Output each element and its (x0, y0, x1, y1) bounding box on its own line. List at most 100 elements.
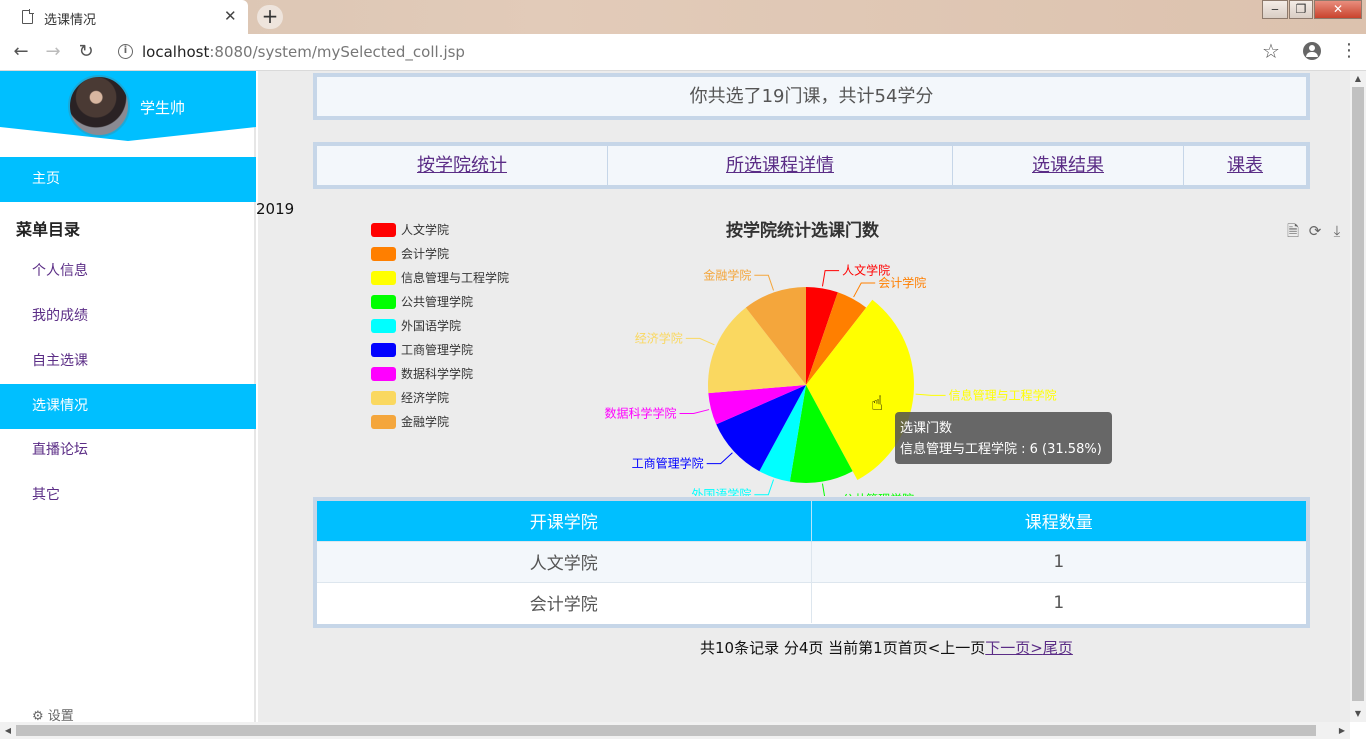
menu-heading: 菜单目录 (16, 220, 81, 239)
link-timetable[interactable]: 课表 (1184, 146, 1306, 185)
legend-label: 经济学院 (401, 391, 450, 405)
label-leader-line (915, 393, 946, 396)
legend-swatch (371, 295, 396, 309)
cell-college: 会计学院 (317, 581, 812, 623)
label-leader-line (754, 274, 775, 291)
bookmark-star-icon[interactable]: ☆ (1262, 39, 1280, 63)
hand-cursor-icon: ☝ (871, 391, 884, 415)
account-icon[interactable] (1303, 42, 1321, 60)
slice-label: 金融学院 (703, 267, 751, 282)
download-icon[interactable]: ⤓ (1328, 222, 1346, 240)
college-table: 开课学院 课程数量 人文学院 1 会计学院 1 (313, 497, 1310, 628)
sidebar-item-home[interactable]: 主页 (0, 157, 256, 202)
slice-label: 数据科学学院 (605, 405, 677, 420)
browser-menu-icon[interactable]: ⋮ (1340, 41, 1358, 61)
address-bar[interactable]: localhost:8080/system/mySelected_coll.js… (142, 43, 465, 61)
horizontal-scrollbar[interactable]: ◀ ▶ (0, 722, 1350, 739)
restore-icon[interactable]: ⟳ (1306, 222, 1324, 240)
label-leader-line (679, 409, 710, 414)
chart-title: 按学院统计选课门数 (726, 221, 879, 241)
sidebar-item-other[interactable]: 其它 (0, 473, 256, 518)
legend-swatch (371, 223, 396, 237)
table-row: 会计学院 1 (317, 581, 1306, 623)
label-leader-line (853, 282, 876, 298)
scroll-left-icon[interactable]: ◀ (0, 722, 16, 739)
label-leader-line (821, 483, 826, 496)
cell-college: 人文学院 (317, 540, 812, 582)
link-selection-result[interactable]: 选课结果 (953, 146, 1184, 185)
tab-close-icon[interactable]: ✕ (224, 7, 237, 25)
new-tab-button[interactable]: + (257, 5, 283, 29)
legend-label: 公共管理学院 (401, 295, 474, 309)
avatar (68, 75, 130, 137)
legend-label: 信息管理与工程学院 (401, 271, 510, 285)
user-name: 学生帅 (140, 99, 186, 117)
sidebar-item-selection-status[interactable]: 选课情况 (0, 384, 256, 429)
forward-arrow-icon[interactable]: → (42, 41, 64, 63)
vertical-scroll-thumb[interactable] (1352, 87, 1364, 701)
pagination: 共10条记录 分4页 当前第1页首页<上一页下一页>尾页 (700, 637, 1073, 658)
link-course-details[interactable]: 所选课程详情 (608, 146, 953, 185)
reload-icon[interactable]: ↻ (75, 41, 97, 63)
label-leader-line (685, 337, 715, 346)
window-close-button[interactable]: ✕ (1314, 0, 1362, 19)
legend-swatch (371, 415, 396, 429)
link-stats-by-college[interactable]: 按学院统计 (317, 146, 608, 185)
chart-toolbox: 🗎 ⟳ ⤓ (1284, 221, 1350, 240)
browser-toolbar: ← → ↻ i localhost:8080/system/mySelected… (0, 34, 1366, 71)
tab-title: 选课情况 (44, 13, 97, 28)
label-leader-line (754, 479, 775, 496)
scroll-right-icon[interactable]: ▶ (1334, 722, 1350, 739)
url-host: localhost (142, 43, 210, 61)
chart-tooltip: 选课门数 信息管理与工程学院 : 6 (31.58%) (895, 412, 1112, 464)
last-page-link[interactable]: 尾页 (1043, 639, 1073, 657)
sidebar-item-course-selection[interactable]: 自主选课 (0, 339, 256, 384)
table-row: 人文学院 1 (317, 540, 1306, 582)
next-page-link[interactable]: 下一页> (985, 639, 1043, 657)
sidebar-item-personal-info[interactable]: 个人信息 (0, 249, 256, 294)
scroll-up-icon[interactable]: ▲ (1350, 71, 1366, 87)
browser-tab-strip: 选课情况 ✕ + ‒ ❐ ✕ (0, 0, 1366, 34)
pie-chart: 人文学院会计学院信息管理与工程学院公共管理学院外国语学院工商管理学院数据科学学院… (258, 206, 1350, 496)
legend-swatch (371, 367, 396, 381)
vertical-scrollbar[interactable]: ▲ ▼ (1350, 71, 1366, 722)
url-path: :8080/system/mySelected_coll.jsp (209, 43, 465, 61)
sidebar-item-live-forum[interactable]: 直播论坛 (0, 428, 256, 473)
view-links: 按学院统计 所选课程详情 选课结果 课表 (313, 142, 1310, 189)
legend-label: 金融学院 (401, 415, 450, 429)
restore-button[interactable]: ❐ (1289, 0, 1313, 19)
document-icon (22, 9, 34, 24)
sidebar-item-my-grades[interactable]: 我的成绩 (0, 294, 256, 339)
data-view-icon[interactable]: 🗎 (1284, 222, 1302, 240)
slice-label: 经济学院 (635, 330, 683, 345)
legend-swatch (371, 391, 396, 405)
sidebar: 学生帅 主页 菜单目录 个人信息 我的成绩 自主选课 选课情况 直播论坛 其它 … (0, 71, 256, 724)
cell-count: 1 (811, 540, 1306, 582)
horizontal-scroll-thumb[interactable] (16, 725, 1316, 736)
slice-label: 公共管理学院 (842, 491, 914, 496)
table-header-row: 开课学院 课程数量 (317, 501, 1306, 541)
legend-swatch (371, 319, 396, 333)
legend-label: 人文学院 (401, 223, 450, 237)
slice-label: 信息管理与工程学院 (949, 387, 1057, 402)
site-info-icon[interactable]: i (118, 44, 133, 59)
legend-swatch (371, 343, 396, 357)
pager-info: 共10条记录 分4页 当前第1页首页<上一页 (700, 639, 986, 657)
legend-label: 外国语学院 (401, 319, 462, 333)
slice-label: 会计学院 (878, 275, 926, 290)
legend-label: 数据科学学院 (401, 367, 474, 381)
legend-label: 工商管理学院 (401, 343, 474, 357)
label-leader-line (821, 270, 840, 287)
scroll-down-icon[interactable]: ▼ (1350, 706, 1366, 722)
slice-label: 外国语学院 (691, 487, 751, 496)
tooltip-title: 选课门数 (900, 421, 953, 436)
cell-count: 1 (811, 581, 1306, 623)
back-arrow-icon[interactable]: ← (10, 41, 32, 63)
slice-label: 工商管理学院 (632, 456, 704, 471)
column-header-count: 课程数量 (811, 501, 1306, 541)
label-leader-line (706, 452, 733, 465)
browser-tab[interactable]: 选课情况 ✕ (0, 0, 248, 34)
legend-label: 会计学院 (401, 247, 450, 261)
selection-summary: 你共选了19门课，共计54学分 (313, 73, 1310, 120)
minimize-button[interactable]: ‒ (1262, 0, 1288, 19)
